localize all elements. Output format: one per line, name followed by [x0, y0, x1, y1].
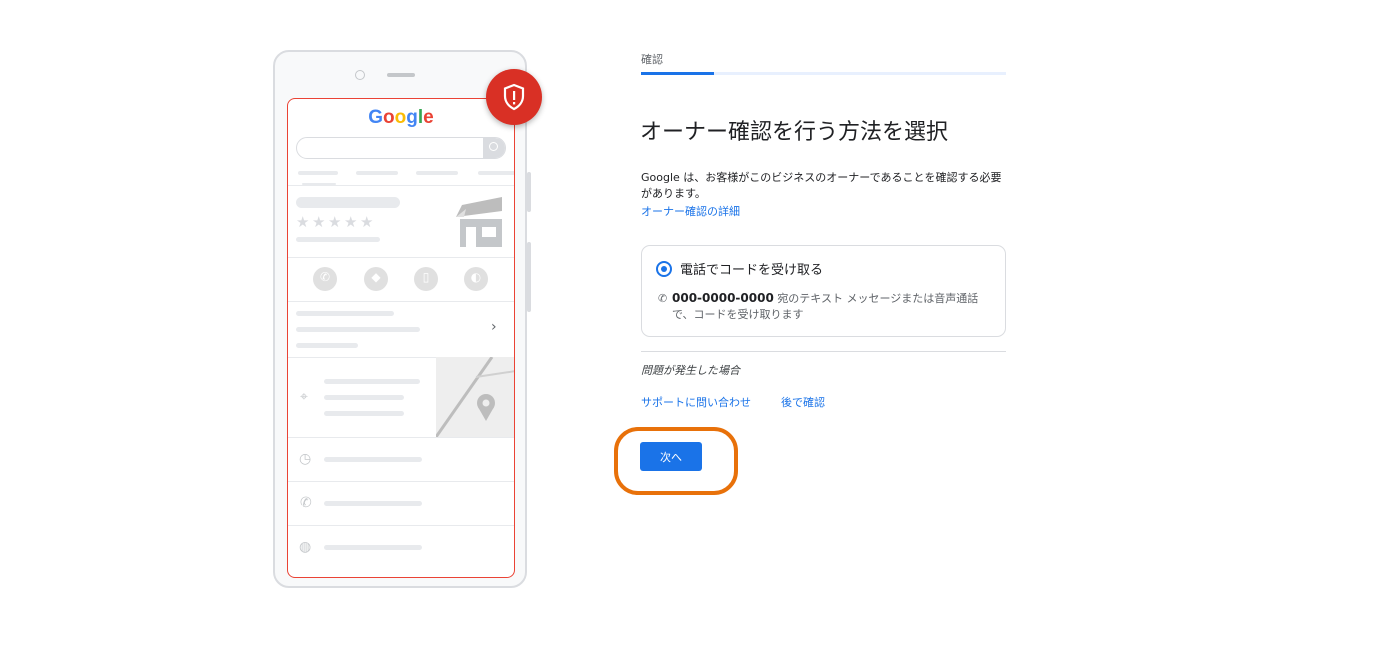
placeholder-bar	[296, 343, 358, 348]
next-button[interactable]: 次へ	[640, 442, 702, 471]
verify-later-link[interactable]: 後で確認	[781, 394, 825, 410]
directions-icon: ◆	[364, 267, 388, 291]
verification-details-link[interactable]: オーナー確認の詳細	[641, 203, 740, 219]
star-icon: ★	[360, 213, 374, 231]
phone-illustration: Google ★ ★ ★ ★ ★ ✆ ◆ ▯ ◐ › ⌖ ◷ ✆ ◍	[273, 50, 531, 588]
option-radio[interactable]	[656, 261, 672, 277]
progress-bar	[641, 72, 1006, 75]
globe-icon: ◍	[299, 539, 312, 555]
search-icon	[483, 138, 505, 158]
divider	[288, 301, 514, 302]
divider	[641, 351, 1006, 352]
placeholder-bar	[296, 327, 420, 332]
mock-search-box	[296, 137, 506, 159]
mini-map	[436, 357, 514, 437]
star-icon: ★	[312, 213, 326, 231]
placeholder-bar	[324, 457, 422, 462]
divider	[288, 525, 514, 526]
placeholder-bar	[324, 545, 422, 550]
star-icon: ★	[296, 213, 310, 231]
progress-fill	[641, 72, 714, 75]
problem-heading: 問題が発生した場合	[641, 364, 740, 377]
placeholder-bar	[296, 197, 400, 208]
placeholder-bar	[356, 171, 398, 175]
share-icon: ◐	[464, 267, 488, 291]
call-icon: ✆	[313, 267, 337, 291]
option-description: 000-0000-0000 宛のテキスト メッセージまたは音声通話で、コードを受…	[672, 290, 992, 323]
step-label: 確認	[641, 53, 663, 66]
divider	[288, 257, 514, 258]
placeholder-bar	[296, 311, 394, 316]
chevron-right-icon: ›	[491, 319, 497, 335]
placeholder-bar	[324, 395, 404, 400]
phone-number: 000-0000-0000	[672, 291, 774, 305]
phone-side-button	[527, 172, 531, 212]
camera-icon	[355, 70, 365, 80]
clock-icon: ◷	[299, 451, 312, 467]
placeholder-bar	[324, 501, 422, 506]
option-label: 電話でコードを受け取る	[680, 263, 824, 278]
divider	[288, 437, 514, 438]
shield-alert-icon	[486, 69, 542, 125]
divider	[288, 481, 514, 482]
placeholder-bar	[478, 171, 514, 175]
storefront-icon	[456, 197, 502, 247]
google-logo: Google	[368, 107, 434, 128]
star-icon: ★	[344, 213, 358, 231]
placeholder-bar	[416, 171, 458, 175]
speaker-icon	[387, 73, 415, 77]
placeholder-bar	[324, 379, 420, 384]
description-text: Google は、お客様がこのビジネスのオーナーであることを確認する必要がありま…	[641, 171, 1002, 200]
phone-verification-option[interactable]: 電話でコードを受け取る ✆ 000-0000-0000 宛のテキスト メッセージ…	[641, 245, 1006, 337]
page-title: オーナー確認を行う方法を選択	[640, 120, 949, 145]
phone-screen: Google ★ ★ ★ ★ ★ ✆ ◆ ▯ ◐ › ⌖ ◷ ✆ ◍	[287, 98, 515, 578]
phone-icon: ✆	[658, 292, 668, 305]
divider	[288, 185, 514, 186]
location-pin-icon: ⌖	[300, 389, 308, 405]
phone-icon: ✆	[300, 495, 312, 511]
contact-support-link[interactable]: サポートに問い合わせ	[641, 394, 751, 410]
placeholder-bar	[298, 171, 338, 175]
star-icon: ★	[328, 213, 342, 231]
bookmark-icon: ▯	[414, 267, 438, 291]
placeholder-bar	[324, 411, 404, 416]
phone-side-button	[527, 242, 531, 312]
placeholder-bar	[296, 237, 380, 242]
